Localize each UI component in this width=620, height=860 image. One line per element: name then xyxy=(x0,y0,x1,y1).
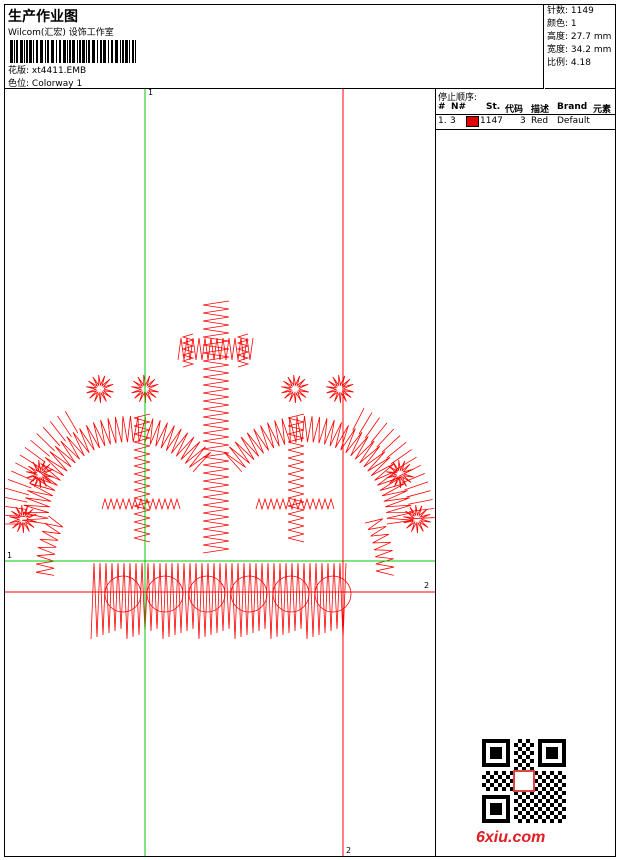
guide-label-v2: 2 xyxy=(346,846,352,855)
stat-height: 高度: 27.7 mm xyxy=(545,31,615,44)
stat-label: 比例: xyxy=(547,58,569,68)
stat-width: 宽度: 34.2 mm xyxy=(545,44,615,57)
stat-value: 27.7 mm xyxy=(570,32,612,42)
design-canvas[interactable]: 1 1 2 2 xyxy=(0,88,436,856)
col-element: 元素 xyxy=(593,105,612,115)
row-description: Red xyxy=(531,116,549,126)
row-code: 3 xyxy=(520,116,526,126)
col-brand: Brand xyxy=(557,102,588,112)
row-stitches: 1147 xyxy=(480,116,503,126)
qr-code-image xyxy=(482,739,566,823)
watermark-logo: 6xiu.com xyxy=(476,829,546,846)
design-stats: 针数: 1149 颜色: 1 高度: 27.7 mm 宽度: 34.2 mm 比… xyxy=(545,5,615,89)
stop-sequence-panel: 停止顺序: # N# St. 代码 描述 Brand 元素 1. 3 1147 … xyxy=(436,89,615,856)
row-needle: 3 xyxy=(450,116,456,126)
guide-label-h2: 2 xyxy=(424,581,430,590)
stat-scale: 比例: 4.18 xyxy=(545,57,615,70)
col-code: 代码 xyxy=(505,105,524,115)
page-title: 生产作业图 xyxy=(8,9,78,25)
col-index: # xyxy=(438,102,446,112)
color-swatch xyxy=(466,116,479,127)
stop-sequence-header: # N# St. 代码 描述 Brand 元素 xyxy=(436,101,615,115)
embroidery-preview xyxy=(0,89,435,856)
stat-label: 宽度: xyxy=(547,45,569,55)
crown-embroidery xyxy=(0,300,435,640)
barcode-image xyxy=(10,40,136,63)
stat-value: 34.2 mm xyxy=(570,45,612,55)
design-file-value: xt4411.EMB xyxy=(31,66,87,76)
stat-value: 1149 xyxy=(570,6,594,16)
col-description: 描述 xyxy=(531,105,550,115)
row-brand: Default xyxy=(557,116,590,126)
stat-label: 高度: xyxy=(547,32,569,42)
stat-stitches: 针数: 1149 xyxy=(545,5,615,18)
col-needle: N# xyxy=(451,102,467,112)
table-row[interactable]: 1. 3 1147 3 Red Default xyxy=(436,115,615,130)
colorway-line: 色位: Colorway 1 xyxy=(8,76,82,89)
studio-subtitle: Wilcom(汇宏) 设饰工作室 xyxy=(8,28,114,38)
stat-label: 颜色: xyxy=(547,19,569,29)
design-file-line: 花版: xt4411.EMB xyxy=(8,63,86,76)
stat-label: 针数: xyxy=(547,6,569,16)
stat-value: 4.18 xyxy=(570,58,591,68)
header-panel: 生产作业图 Wilcom(汇宏) 设饰工作室 花版: xt4411.EMB 色位… xyxy=(5,5,544,89)
stat-colors: 颜色: 1 xyxy=(545,18,615,31)
guide-label-v1: 1 xyxy=(148,88,154,97)
col-stitches: St. xyxy=(486,102,501,112)
guide-label-h1: 1 xyxy=(7,551,13,560)
stat-value: 1 xyxy=(570,19,577,29)
colorway-label: 色位: xyxy=(8,79,30,89)
design-file-label: 花版: xyxy=(8,66,30,76)
row-index: 1. xyxy=(438,116,447,126)
colorway-value: Colorway 1 xyxy=(31,79,83,89)
